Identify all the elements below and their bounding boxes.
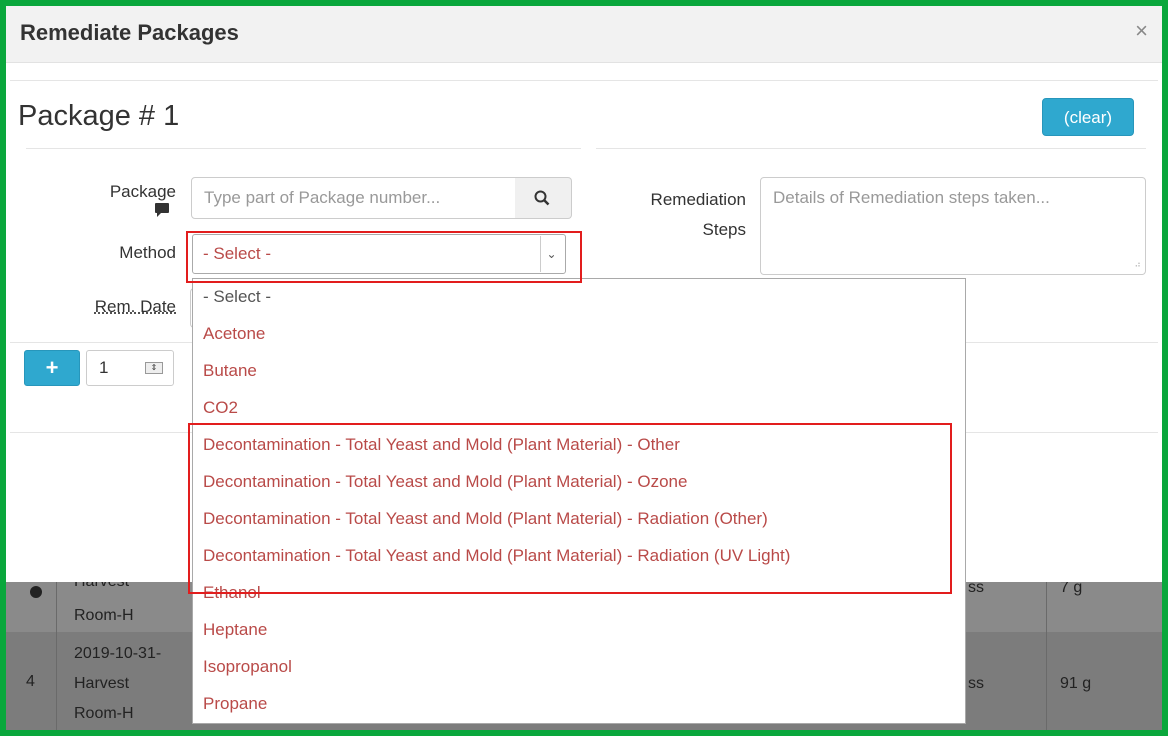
option-decon-ozone[interactable]: Decontamination - Total Yeast and Mold (… [193,463,965,500]
option-decon-radiation-other[interactable]: Decontamination - Total Yeast and Mold (… [193,500,965,537]
search-icon [534,190,550,206]
option-co2[interactable]: CO2 [193,389,965,426]
clear-button[interactable]: (clear) [1042,98,1134,136]
date-line2: Harvest [74,675,130,692]
divider [596,148,1146,149]
spinner-icon[interactable]: ⇕ [145,362,163,374]
option-butane[interactable]: Butane [193,352,965,389]
package-count-value: 1 [99,358,109,377]
chevron-down-icon[interactable]: ⌄ [540,236,562,272]
package-label: Package [109,182,176,201]
row-index: 4 [26,673,35,690]
remediation-placeholder: Details of Remediation steps taken... [773,188,1050,207]
divider [10,80,1158,81]
package-count-input[interactable]: 1 ⇕ [86,350,174,386]
modal-header: Remediate Packages × [6,6,1162,63]
method-label: Method [119,243,176,262]
package-title: Package # 1 [18,100,180,132]
row-weight: 91 g [1060,675,1092,692]
option-decon-radiation-uv[interactable]: Decontamination - Total Yeast and Mold (… [193,537,965,574]
add-package-button[interactable]: + [24,350,80,386]
row-tail: ss [968,675,984,692]
table-divider [1046,568,1047,736]
option-ethanol[interactable]: Ethanol [193,574,965,611]
option-decon-other[interactable]: Decontamination - Total Yeast and Mold (… [193,426,965,463]
option-propane[interactable]: Propane [193,685,965,722]
resize-grip-icon[interactable]: ⠴ [1134,259,1141,270]
remediation-steps-label-line2: Steps [702,220,746,239]
date-line3: Room-H [74,705,134,722]
option-acetone[interactable]: Acetone [193,315,965,352]
search-button[interactable] [515,177,572,219]
table-divider [56,568,57,736]
row-status-icon [30,586,42,598]
close-icon[interactable]: × [1135,18,1148,44]
comment-icon[interactable] [155,203,169,217]
rem-date-label: Rem. Date [94,297,176,316]
method-select[interactable]: - Select - [192,234,566,274]
package-search-input[interactable]: Type part of Package number... [191,177,516,219]
harvest-line2: Room-H [74,607,134,624]
modal-title: Remediate Packages [20,20,239,45]
remediation-steps-textarea[interactable]: Details of Remediation steps taken... ⠴ [760,177,1146,275]
option-heptane[interactable]: Heptane [193,611,965,648]
method-dropdown-list: - Select - Acetone Butane CO2 Decontamin… [192,278,966,724]
divider [26,148,581,149]
option-isopropanol[interactable]: Isopropanol [193,648,965,685]
remediation-steps-label-line1: Remediation [650,190,746,209]
date-line1: 2019-10-31- [74,645,162,662]
option-select[interactable]: - Select - [193,279,965,315]
